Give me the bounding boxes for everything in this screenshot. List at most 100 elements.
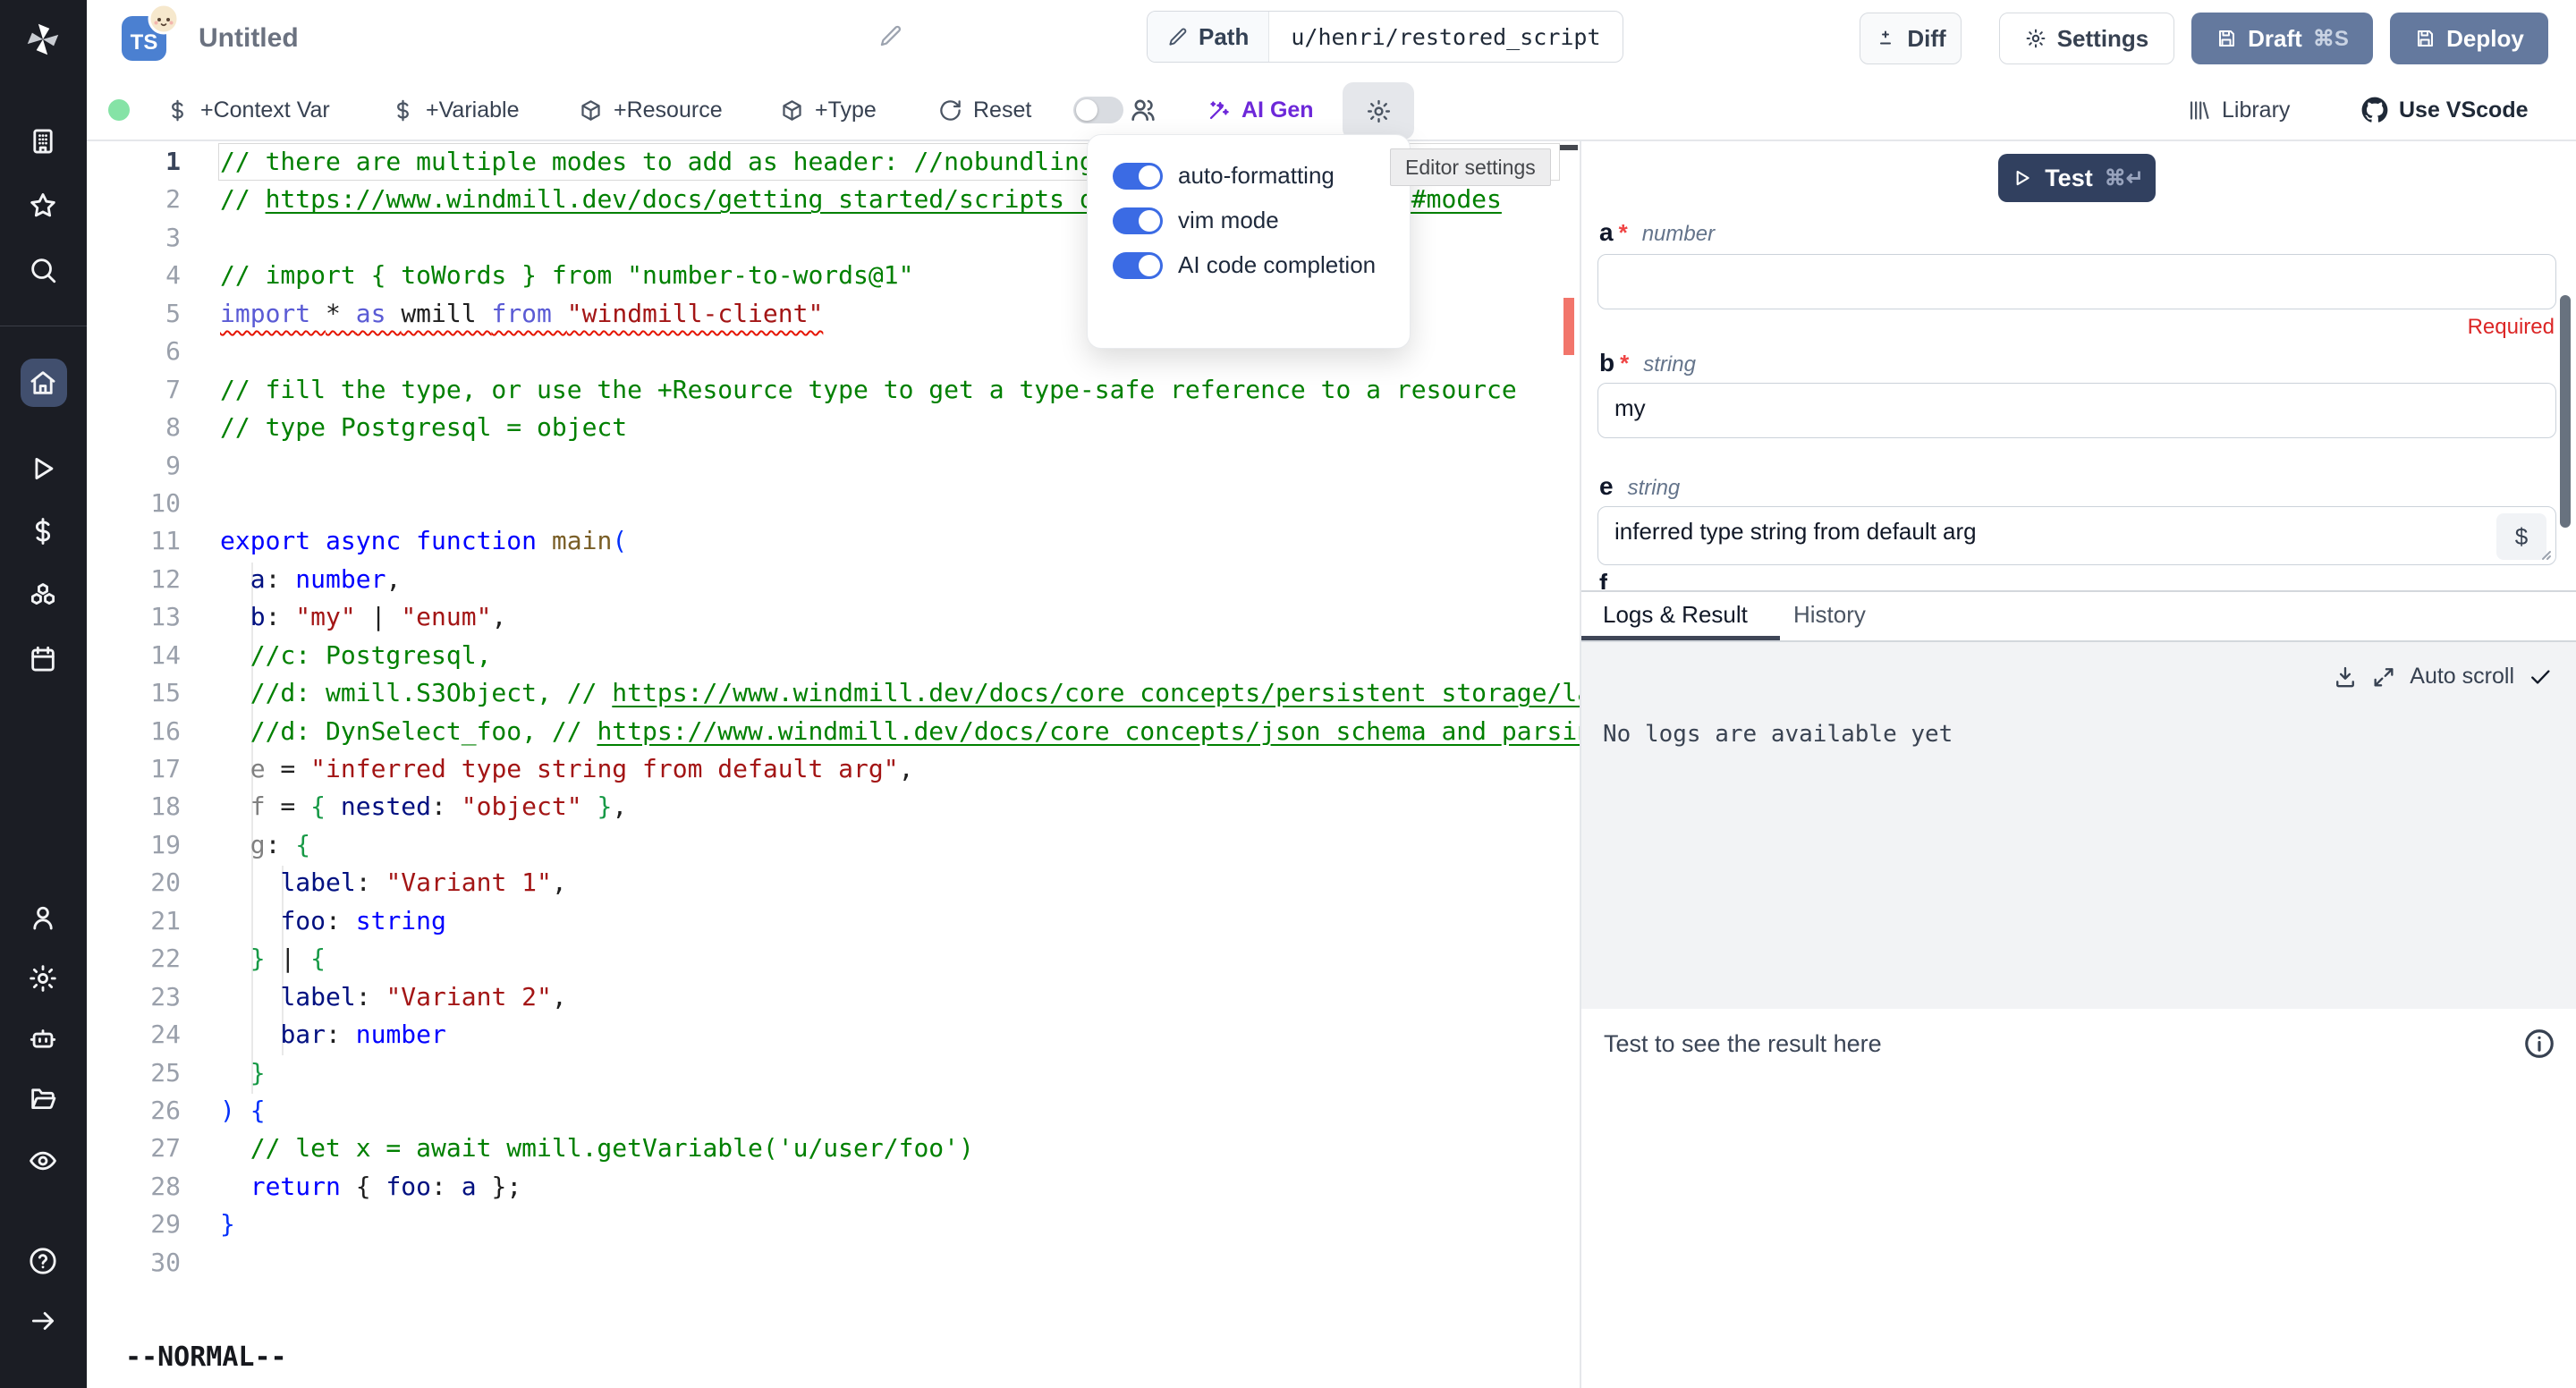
path-value[interactable]: u/henri/restored_script — [1269, 12, 1622, 62]
wand-sparkles-icon — [1207, 98, 1231, 123]
line-number: 6 — [87, 333, 181, 370]
info-icon[interactable] — [2522, 1027, 2556, 1061]
toggle-vim-mode[interactable] — [1113, 207, 1163, 234]
sidebar-item-expand[interactable] — [28, 1306, 58, 1336]
edit-title-icon[interactable] — [878, 24, 902, 48]
sidebar-item-user[interactable] — [28, 902, 58, 933]
diff-button[interactable]: Diff — [1860, 13, 1962, 64]
deploy-button[interactable]: Deploy — [2390, 13, 2548, 64]
code-line-25[interactable]: 25 } — [87, 1054, 1580, 1092]
path-field[interactable]: Path u/henri/restored_script — [1147, 11, 1623, 63]
form-scrollbar[interactable] — [2560, 295, 2571, 528]
user-icon — [28, 902, 58, 933]
sidebar-item-schedules[interactable] — [28, 644, 58, 674]
code-line-16[interactable]: 16 //d: DynSelect_foo, // https://www.wi… — [87, 713, 1580, 750]
line-number: 12 — [87, 561, 181, 598]
use-vscode-button[interactable]: Use VScode — [2361, 87, 2529, 133]
multiplayer-toggle[interactable] — [1073, 97, 1123, 123]
help-icon — [28, 1246, 58, 1276]
code-text: export async function main( — [220, 522, 627, 560]
add-context-var-button[interactable]: +Context Var — [165, 87, 330, 133]
code-line-15[interactable]: 15 //d: wmill.S3Object, // https://www.w… — [87, 674, 1580, 712]
field-label-e: e string — [1599, 472, 1680, 501]
toggle-AI-code-completion[interactable] — [1113, 252, 1163, 279]
code-line-7[interactable]: 7// fill the type, or use the +Resource … — [87, 371, 1580, 409]
result-placeholder: Test to see the result here — [1604, 1030, 1882, 1058]
resize-handle[interactable] — [2538, 546, 2552, 561]
code-text: label: "Variant 1", — [220, 864, 567, 901]
input-b[interactable]: my — [1597, 383, 2556, 438]
code-line-17[interactable]: 17 e = "inferred type string from defaul… — [87, 750, 1580, 788]
add-resource-button[interactable]: +Resource — [579, 87, 723, 133]
code-line-18[interactable]: 18 f = { nested: "object" }, — [87, 788, 1580, 825]
ai-gen-button[interactable]: AI Gen — [1207, 87, 1314, 133]
code-line-21[interactable]: 21 foo: string — [87, 902, 1580, 940]
code-line-24[interactable]: 24 bar: number — [87, 1016, 1580, 1054]
code-line-30[interactable]: 30 — [87, 1244, 1580, 1282]
sidebar-item-help[interactable] — [28, 1246, 58, 1276]
add-type-button[interactable]: +Type — [780, 87, 877, 133]
line-number: 21 — [87, 902, 181, 940]
sidebar-item-audit-logs[interactable] — [28, 1146, 58, 1176]
reset-button[interactable]: Reset — [938, 87, 1031, 133]
line-number: 8 — [87, 409, 181, 446]
sidebar-item-folders[interactable] — [28, 1083, 58, 1113]
vim-mode-statusbar: --NORMAL-- — [125, 1341, 287, 1373]
sidebar-item-resources[interactable] — [28, 580, 58, 611]
input-a[interactable] — [1597, 254, 2556, 309]
sidebar-item-variables[interactable] — [28, 516, 58, 546]
code-line-13[interactable]: 13 b: "my" | "enum", — [87, 598, 1580, 636]
line-number: 10 — [87, 485, 181, 522]
toggle-knob — [1076, 99, 1097, 121]
library-button[interactable]: Library — [2187, 87, 2290, 133]
code-line-8[interactable]: 8// type Postgresql = object — [87, 409, 1580, 446]
checkmark-icon[interactable] — [2528, 664, 2553, 690]
tab-logs-result[interactable]: Logs & Result — [1603, 601, 1748, 629]
code-line-26[interactable]: 26) { — [87, 1092, 1580, 1130]
package-icon — [780, 98, 804, 123]
sidebar-item-home[interactable] — [28, 368, 58, 398]
input-e[interactable]: inferred type string from default arg $ — [1597, 506, 2556, 565]
editor-settings-button[interactable] — [1343, 82, 1414, 140]
sidebar-item-search[interactable] — [28, 255, 58, 285]
code-line-29[interactable]: 29} — [87, 1206, 1580, 1243]
sidebar-item-workspace[interactable] — [28, 126, 58, 157]
draft-button[interactable]: Draft ⌘S — [2191, 13, 2373, 64]
line-number: 27 — [87, 1130, 181, 1167]
code-line-28[interactable]: 28 return { foo: a }; — [87, 1168, 1580, 1206]
code-line-9[interactable]: 9 — [87, 447, 1580, 485]
code-text: // fill the type, or use the +Resource t… — [220, 371, 1517, 409]
code-line-10[interactable]: 10 — [87, 485, 1580, 522]
path-label: Path — [1148, 12, 1269, 62]
play-icon — [2010, 166, 2033, 190]
settings-button[interactable]: Settings — [1999, 13, 2174, 64]
code-text: // let x = await wmill.getVariable('u/us… — [220, 1130, 974, 1167]
code-line-19[interactable]: 19 g: { — [87, 826, 1580, 864]
sidebar-item-favorites[interactable] — [28, 190, 58, 221]
code-line-22[interactable]: 22 } | { — [87, 940, 1580, 978]
code-line-23[interactable]: 23 label: "Variant 2", — [87, 978, 1580, 1016]
users-icon[interactable] — [1129, 96, 1157, 124]
download-icon[interactable] — [2333, 664, 2358, 690]
expand-icon[interactable] — [2371, 664, 2396, 690]
toggle-auto-formatting[interactable] — [1113, 163, 1163, 190]
code-line-12[interactable]: 12 a: number, — [87, 561, 1580, 598]
toggle-label: vim mode — [1178, 207, 1279, 234]
boxes-icon — [28, 580, 58, 611]
line-number: 11 — [87, 522, 181, 560]
package-icon — [579, 98, 603, 123]
sidebar-item-runs[interactable] — [28, 453, 58, 484]
code-line-11[interactable]: 11 export async function main( — [87, 522, 1580, 560]
test-button[interactable]: Test ⌘↵ — [1998, 154, 2156, 202]
add-variable-button[interactable]: +Variable — [391, 87, 519, 133]
line-number: 20 — [87, 864, 181, 901]
line-number: 16 — [87, 713, 181, 750]
tab-history[interactable]: History — [1793, 601, 1866, 629]
sidebar-item-workers[interactable] — [28, 1023, 58, 1054]
eye-icon — [28, 1146, 58, 1176]
sidebar-item-settings[interactable] — [28, 963, 58, 994]
code-line-20[interactable]: 20 label: "Variant 1", — [87, 864, 1580, 901]
code-line-27[interactable]: 27 // let x = await wmill.getVariable('u… — [87, 1130, 1580, 1167]
line-number: 30 — [87, 1244, 181, 1282]
code-line-14[interactable]: 14 //c: Postgresql, — [87, 637, 1580, 674]
